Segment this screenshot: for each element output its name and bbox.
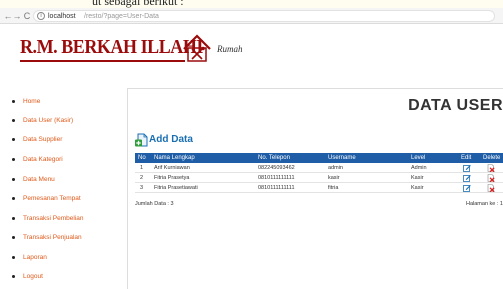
cell-telepon: 0810111111111 — [258, 175, 295, 181]
cell-nama: Fitria Prasetiawati — [154, 185, 198, 191]
url-path: /resto/?page=User-Data — [84, 13, 159, 20]
edit-icon[interactable] — [463, 174, 471, 182]
reload-icon[interactable]: C — [22, 10, 32, 22]
caption-text: ut sebagai berikut : — [92, 0, 184, 8]
cell-no: 3 — [140, 185, 144, 191]
cell-no: 1 — [140, 165, 144, 171]
cell-no: 2 — [140, 175, 144, 181]
sidebar-item-label: Home — [23, 98, 41, 105]
cell-level: Admin — [411, 165, 427, 171]
logo-subtitle: Rumah — [217, 44, 243, 54]
col-header-edit: Edit — [461, 155, 472, 161]
bullet-icon — [12, 157, 15, 161]
url-host: localhost — [48, 13, 76, 20]
delete-icon[interactable] — [487, 174, 495, 182]
add-file-icon — [135, 133, 148, 147]
sidebar-item-label: Transaksi Pembelian — [23, 215, 84, 222]
bullet-icon — [12, 99, 15, 103]
main-content: DATA USER Add Data No Nama Lengkap No. T… — [128, 88, 503, 289]
info-icon[interactable]: i — [37, 12, 45, 20]
sidebar-item-label: Data Supplier — [23, 136, 63, 143]
bullet-icon — [12, 177, 15, 181]
sidebar-item-label: Data Menu — [23, 176, 55, 183]
sidebar-item-label: Logout — [23, 273, 43, 280]
utensils-icon — [183, 34, 211, 62]
sidebar-item-transaksi-penjualan[interactable]: Transaksi Penjualan — [12, 234, 82, 242]
sidebar-item-laporan[interactable]: Laporan — [12, 254, 47, 262]
sidebar-item-data-supplier[interactable]: Data Supplier — [12, 136, 62, 144]
edit-icon[interactable] — [463, 184, 471, 192]
edit-icon[interactable] — [463, 164, 471, 172]
bullet-icon — [12, 216, 15, 220]
sidebar-item-label: Pemesanan Tempat — [23, 195, 81, 202]
sidebar-item-label: Transaksi Penjualan — [23, 234, 82, 241]
bullet-icon — [12, 255, 15, 259]
col-header-no: No — [138, 155, 146, 161]
page-indicator: Halaman ke : 1 — [466, 201, 503, 207]
add-data-label: Add Data — [149, 134, 193, 145]
sidebar: Home Data User (Kasir) Data Supplier Dat… — [0, 88, 128, 289]
cell-nama: Arif Kurniawan — [154, 165, 190, 171]
table-header: No Nama Lengkap No. Telepon Username Lev… — [135, 153, 503, 163]
address-bar[interactable]: i localhost /resto/?page=User-Data — [33, 10, 495, 22]
col-header-telepon: No. Telepon — [258, 155, 290, 161]
table-row: 1 Arif Kurniawan 082245093462 admin Admi… — [135, 163, 503, 173]
sidebar-item-data-kategori[interactable]: Data Kategori — [12, 156, 63, 164]
col-header-username: Username — [328, 155, 356, 161]
caption-strip: ut sebagai berikut : — [0, 0, 503, 8]
sidebar-item-data-menu[interactable]: Data Menu — [12, 176, 55, 184]
cell-username: fitria — [328, 185, 339, 191]
sidebar-item-label: Data Kategori — [23, 156, 63, 163]
bullet-icon — [12, 137, 15, 141]
delete-icon[interactable] — [487, 184, 495, 192]
bullet-icon — [12, 196, 15, 200]
cell-level: Kasir — [411, 185, 424, 191]
cell-username: kasir — [328, 175, 340, 181]
page-title: DATA USER — [408, 97, 503, 114]
cell-level: Kasir — [411, 175, 424, 181]
browser-toolbar: ← → C i localhost /resto/?page=User-Data — [0, 8, 503, 24]
cell-username: admin — [328, 165, 343, 171]
logo-underline — [20, 60, 185, 62]
cell-telepon: 082245093462 — [258, 165, 295, 171]
col-header-delete: Delete — [483, 155, 501, 161]
logo-title: R.M. BERKAH ILLAHI — [20, 36, 203, 58]
delete-icon[interactable] — [487, 164, 495, 172]
bullet-icon — [12, 235, 15, 239]
sidebar-item-label: Laporan — [23, 254, 47, 261]
bullet-icon — [12, 274, 15, 278]
forward-icon[interactable]: → — [12, 10, 22, 22]
record-count: Jumlah Data : 3 — [135, 201, 174, 207]
table-row: 2 Fitria Prasetya 0810111111111 kasir Ka… — [135, 173, 503, 183]
sidebar-item-label: Data User (Kasir) — [23, 117, 74, 124]
cell-telepon: 0810111111111 — [258, 185, 295, 191]
cell-nama: Fitria Prasetya — [154, 175, 190, 181]
bullet-icon — [12, 118, 15, 122]
sidebar-item-transaksi-pembelian[interactable]: Transaksi Pembelian — [12, 215, 83, 223]
col-header-level: Level — [411, 155, 426, 161]
site-logo[interactable]: R.M. BERKAH ILLAHI Rumah — [12, 30, 252, 70]
col-header-nama: Nama Lengkap — [154, 155, 195, 161]
sidebar-item-home[interactable]: Home — [12, 98, 40, 106]
sidebar-item-data-user[interactable]: Data User (Kasir) — [12, 117, 73, 125]
sidebar-item-logout[interactable]: Logout — [12, 273, 43, 281]
table-row: 3 Fitria Prasetiawati 0810111111111 fitr… — [135, 183, 503, 193]
sidebar-item-pemesanan-tempat[interactable]: Pemesanan Tempat — [12, 195, 81, 203]
